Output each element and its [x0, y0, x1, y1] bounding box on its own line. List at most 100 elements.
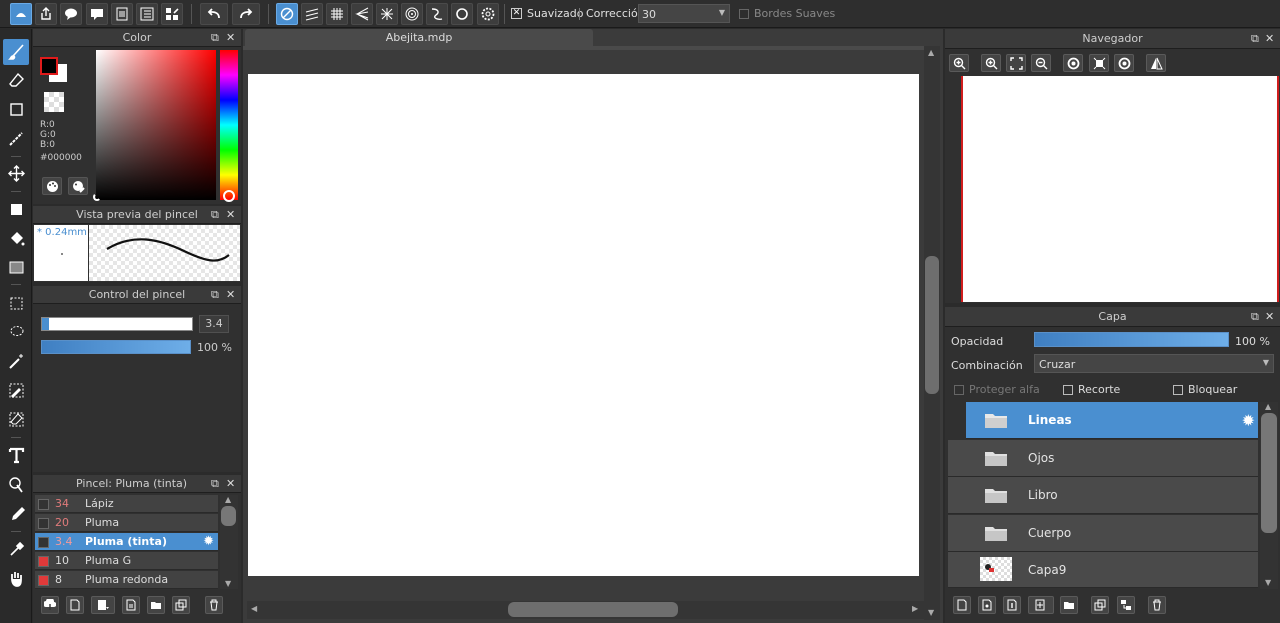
rotate-left-icon[interactable] [1063, 54, 1083, 72]
eraser-tool-icon[interactable] [3, 67, 29, 93]
redo-icon[interactable] [232, 3, 260, 25]
horizontal-scrollbar[interactable]: ◀ ▶ [247, 601, 924, 619]
close-icon[interactable]: ✕ [1265, 307, 1274, 327]
curve-snap-icon[interactable] [426, 3, 448, 25]
magic-wand-tool-icon[interactable] [3, 348, 29, 374]
layer-item-selected[interactable]: Lineas ✹ [966, 402, 1258, 439]
brush-item[interactable]: 10 Pluma G [35, 552, 218, 570]
brush-size-slider[interactable] [41, 317, 193, 331]
cross-snap-icon[interactable] [326, 3, 348, 25]
line-brush-tool-icon[interactable] [3, 125, 29, 151]
blend-mode-dropdown[interactable]: Cruzar ▼ [1034, 354, 1274, 373]
brush-list-scrollbar[interactable]: ▲ ▼ [220, 495, 238, 589]
layer-item[interactable]: Libro [948, 477, 1258, 514]
layer-item[interactable]: Ojos [948, 440, 1258, 477]
chat-icon[interactable] [86, 3, 108, 25]
brush-folder-icon[interactable] [147, 596, 165, 614]
brush-settings-gear-icon[interactable]: ✹ [203, 533, 214, 551]
lock-checkbox[interactable]: Bloquear [1173, 383, 1237, 396]
comment-icon[interactable] [60, 3, 82, 25]
close-icon[interactable]: ✕ [226, 475, 235, 493]
brush-opacity-slider[interactable] [41, 340, 191, 354]
palette-icon[interactable] [42, 177, 62, 195]
eyedropper-tool-icon[interactable] [3, 536, 29, 562]
snap-settings-gear-icon[interactable] [477, 3, 499, 25]
radial-snap-icon[interactable] [376, 3, 398, 25]
rotate-right-icon[interactable] [1114, 54, 1134, 72]
layer-opacity-slider[interactable] [1034, 332, 1229, 347]
new-folder-icon[interactable] [1060, 596, 1078, 614]
document-tab[interactable]: Abejita.mdp [245, 29, 593, 46]
zoom-in-2-icon[interactable] [981, 54, 1001, 72]
flip-horizontal-icon[interactable] [1146, 54, 1166, 72]
upload-brush-icon[interactable] [41, 596, 59, 614]
delete-layer-icon[interactable] [1148, 596, 1166, 614]
navigator-preview[interactable] [961, 76, 1279, 302]
brush-tool-icon[interactable] [3, 39, 29, 65]
brush-item[interactable]: 8 Pluma redonda [35, 571, 218, 589]
close-icon[interactable]: ✕ [226, 29, 235, 47]
duplicate-layer-icon[interactable] [1091, 596, 1109, 614]
duplicate-brush-icon[interactable] [172, 596, 190, 614]
select-eraser-tool-icon[interactable] [3, 406, 29, 432]
layer-list-scrollbar[interactable]: ▲ ▼ [1260, 402, 1278, 589]
brush-size-value[interactable]: 3.4 [199, 315, 229, 333]
brush-file-icon[interactable] [122, 596, 140, 614]
text-tool-icon[interactable] [3, 442, 29, 468]
document-icon[interactable] [111, 3, 133, 25]
app-menu-icon[interactable] [10, 3, 32, 25]
list-panel-icon[interactable] [136, 3, 158, 25]
hue-handle[interactable] [223, 190, 235, 202]
brush-item[interactable]: 34 Lápiz [35, 495, 218, 513]
reset-view-icon[interactable] [1089, 54, 1109, 72]
undo-icon[interactable] [200, 3, 228, 25]
saturation-value-picker[interactable] [96, 50, 216, 200]
palette-edit-icon[interactable] [68, 177, 88, 195]
select-rect-tool-icon[interactable] [3, 290, 29, 316]
hue-slider[interactable] [220, 50, 238, 200]
brush-add-dropdown-icon[interactable] [91, 596, 115, 614]
rectangle-tool-icon[interactable] [3, 96, 29, 122]
lasso-tool-icon[interactable] [3, 319, 29, 345]
undock-icon[interactable]: ⧉ [1251, 307, 1259, 327]
new-1bit-layer-icon[interactable] [1003, 596, 1021, 614]
blur-tool-icon[interactable] [3, 500, 29, 526]
layer-item[interactable]: Cuerpo [948, 515, 1258, 552]
close-icon[interactable]: ✕ [1265, 29, 1274, 49]
add-layer-dropdown-icon[interactable] [1028, 596, 1054, 614]
fit-screen-icon[interactable] [1006, 54, 1026, 72]
circle-snap-icon[interactable] [451, 3, 473, 25]
transparent-swatch[interactable] [44, 92, 64, 112]
layer-item[interactable]: Capa9 [948, 552, 1258, 588]
share-icon[interactable] [35, 3, 57, 25]
move-tool-icon[interactable] [3, 160, 29, 186]
layer-settings-gear-icon[interactable]: ✹ [1242, 402, 1255, 439]
parallel-snap-icon[interactable] [301, 3, 323, 25]
select-pen-tool-icon[interactable] [3, 377, 29, 403]
undock-icon[interactable]: ⧉ [211, 29, 219, 47]
grid-edit-icon[interactable] [161, 3, 183, 25]
drawing-canvas[interactable] [248, 74, 919, 576]
new-layer-icon[interactable] [953, 596, 971, 614]
vanishing-point-icon[interactable] [351, 3, 373, 25]
gradient-tool-icon[interactable] [3, 254, 29, 280]
smoothing-checkbox[interactable]: ✕ [511, 8, 522, 19]
undock-icon[interactable]: ⧉ [211, 206, 219, 224]
bucket-tool-icon[interactable] [3, 225, 29, 251]
hand-tool-icon[interactable] [3, 565, 29, 591]
new-halftone-layer-icon[interactable] [978, 596, 996, 614]
brush-item-selected[interactable]: 3.4 Pluma (tinta) ✹ [35, 533, 218, 551]
undock-icon[interactable]: ⧉ [1251, 29, 1259, 49]
correction-dropdown[interactable]: 30 ▼ [638, 4, 730, 23]
vertical-scrollbar[interactable]: ▲ ▼ [924, 46, 940, 620]
fill-rect-tool-icon[interactable] [3, 196, 29, 222]
merge-layer-icon[interactable] [1117, 596, 1135, 614]
zoom-out-icon[interactable] [1031, 54, 1051, 72]
delete-brush-icon[interactable] [205, 596, 223, 614]
new-brush-icon[interactable] [66, 596, 84, 614]
close-icon[interactable]: ✕ [226, 286, 235, 304]
protect-alpha-checkbox[interactable]: Proteger alfa [954, 383, 1040, 396]
no-snap-icon[interactable] [276, 3, 298, 25]
undock-icon[interactable]: ⧉ [211, 286, 219, 304]
zoom-in-icon[interactable] [949, 54, 969, 72]
